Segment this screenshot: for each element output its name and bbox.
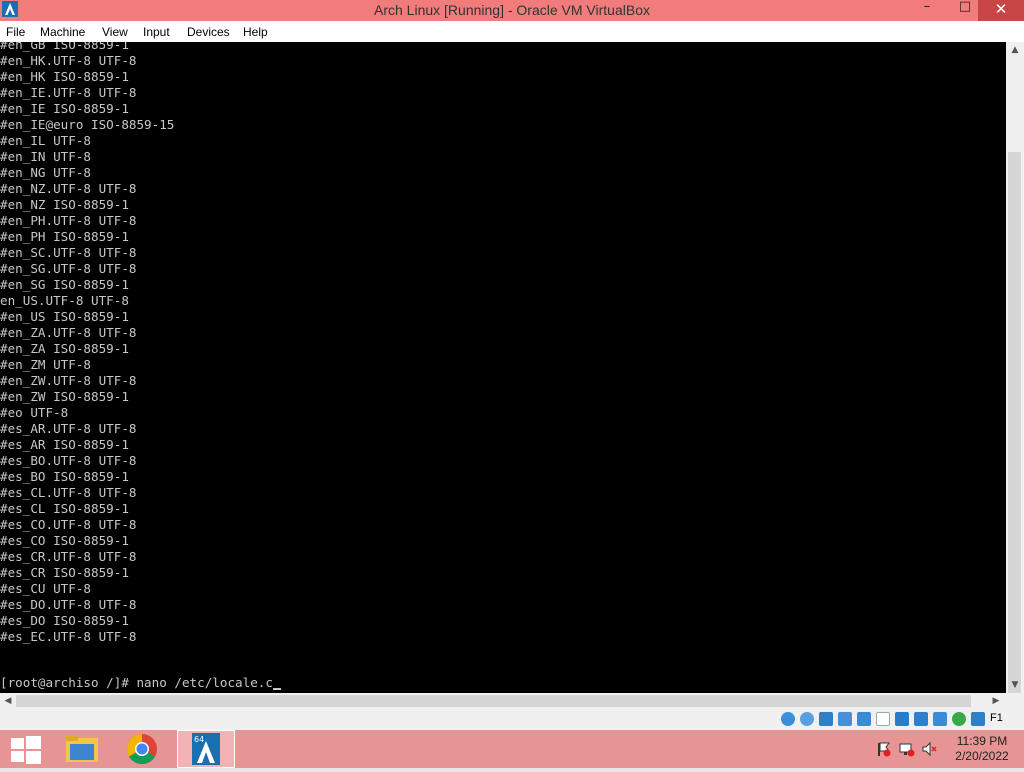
menu-devices[interactable]: Devices	[187, 25, 230, 39]
console-line: #en_NZ ISO-8859-1	[0, 197, 129, 212]
console-line: #en_ZA ISO-8859-1	[0, 341, 129, 356]
console-line: #en_IL UTF-8	[0, 133, 91, 148]
console-line: #eo UTF-8	[0, 405, 69, 420]
console-line: #en_GB ISO-8859-1	[0, 42, 129, 52]
optical-drive-icon[interactable]	[800, 712, 814, 726]
console-line: #en_ZM UTF-8	[0, 357, 91, 372]
console-line: #en_HK.UTF-8 UTF-8	[0, 53, 137, 68]
host-key-label: F1	[990, 712, 1003, 724]
console-line: #es_DO.UTF-8 UTF-8	[0, 597, 137, 612]
network-icon[interactable]	[838, 712, 852, 726]
console-line: #es_BO ISO-8859-1	[0, 469, 129, 484]
chrome-button[interactable]	[116, 730, 168, 768]
mouse-integration-icon[interactable]	[952, 712, 966, 726]
maximize-button[interactable]: □	[948, 0, 982, 21]
console-line: #en_ZW.UTF-8 UTF-8	[0, 373, 137, 388]
scroll-right-arrow-icon[interactable]: ▶	[988, 693, 1004, 709]
console-line: #en_IN UTF-8	[0, 149, 91, 164]
menu-input[interactable]: Input	[143, 25, 170, 39]
vertical-scroll-thumb[interactable]	[1008, 152, 1021, 710]
scroll-left-arrow-icon[interactable]: ◀	[0, 693, 16, 709]
console-line: #es_AR ISO-8859-1	[0, 437, 129, 452]
window-title: Arch Linux [Running] - Oracle VM Virtual…	[374, 2, 650, 18]
console-line: #es_CL ISO-8859-1	[0, 501, 129, 516]
network-status-icon[interactable]	[899, 741, 915, 757]
console-line: #es_CO ISO-8859-1	[0, 533, 129, 548]
console-line: #en_HK ISO-8859-1	[0, 69, 129, 84]
console-line: #es_CU UTF-8	[0, 581, 91, 596]
console-line: #es_CL.UTF-8 UTF-8	[0, 485, 137, 500]
usb-icon[interactable]	[857, 712, 871, 726]
console-line: #es_EC.UTF-8 UTF-8	[0, 629, 137, 644]
console-line: #en_NZ.UTF-8 UTF-8	[0, 181, 137, 196]
console-line: #en_SG.UTF-8 UTF-8	[0, 261, 137, 276]
action-center-flag-icon[interactable]	[875, 741, 891, 757]
console-line: #en_PH ISO-8859-1	[0, 229, 129, 244]
vertical-scrollbar[interactable]: ▲ ▼	[1006, 42, 1024, 710]
menu-bar: File Machine View Input Devices Help	[0, 21, 1024, 43]
console-line: #es_DO ISO-8859-1	[0, 613, 129, 628]
hard-disk-icon[interactable]	[781, 712, 795, 726]
start-button[interactable]	[0, 730, 52, 768]
video-capture-icon[interactable]	[914, 712, 928, 726]
windows-logo-icon	[11, 736, 41, 764]
console-line: #en_IE.UTF-8 UTF-8	[0, 85, 137, 100]
console-line: en_US.UTF-8 UTF-8	[0, 293, 129, 308]
chrome-icon	[126, 734, 157, 765]
vm-console-screen[interactable]: #en_GB ISO-8859-1 #en_HK.UTF-8 UTF-8 #en_H…	[0, 42, 1006, 693]
clock-time: 11:39 PM	[956, 734, 1008, 748]
console-line: #es_BO.UTF-8 UTF-8	[0, 453, 137, 468]
console-line: #en_ZA.UTF-8 UTF-8	[0, 325, 137, 340]
console-line: #en_IE@euro ISO-8859-15	[0, 117, 175, 132]
console-line: #en_NG UTF-8	[0, 165, 91, 180]
minimize-button[interactable]: –	[910, 0, 944, 21]
volume-muted-icon[interactable]	[921, 741, 937, 757]
console-line: #en_US ISO-8859-1	[0, 309, 129, 324]
arch-linux-vm-icon: 64	[192, 733, 220, 765]
menu-machine[interactable]: Machine	[40, 25, 85, 39]
audio-icon[interactable]	[819, 712, 833, 726]
display-icon[interactable]	[895, 712, 909, 726]
scrollbar-corner	[1006, 693, 1024, 709]
vm-status-bar: F1	[0, 709, 1024, 730]
console-line: #es_CR.UTF-8 UTF-8	[0, 549, 137, 564]
cpu-icon[interactable]	[933, 712, 947, 726]
file-explorer-button[interactable]	[56, 730, 108, 768]
horizontal-scrollbar[interactable]: ◀ ▶	[0, 693, 1006, 709]
text-cursor	[272, 688, 281, 690]
console-line: #es_CO.UTF-8 UTF-8	[0, 517, 137, 532]
shared-folders-icon[interactable]	[876, 712, 890, 726]
shell-prompt-line: [root@archiso /]# nano /etc/locale.c	[0, 675, 281, 691]
scroll-down-arrow-icon[interactable]: ▼	[1006, 677, 1024, 693]
console-line: #en_SG ISO-8859-1	[0, 277, 129, 292]
close-button[interactable]: ✕	[978, 0, 1024, 21]
svg-text:64: 64	[194, 735, 204, 744]
windows-taskbar: 64 11:39 PM 2/20/2022	[0, 730, 1024, 768]
console-line: #en_ZW ISO-8859-1	[0, 389, 129, 404]
clock-date: 2/20/2022	[955, 749, 1009, 763]
shell-prompt: [root@archiso /]# nano /etc/locale.c	[0, 675, 273, 690]
virtualbox-taskbar-button[interactable]: 64	[177, 730, 235, 768]
console-line: #en_IE ISO-8859-1	[0, 101, 129, 116]
menu-help[interactable]: Help	[243, 25, 268, 39]
console-line: #en_SC.UTF-8 UTF-8	[0, 245, 137, 260]
console-line: #es_CR ISO-8859-1	[0, 565, 129, 580]
console-line: #en_PH.UTF-8 UTF-8	[0, 213, 137, 228]
menu-view[interactable]: View	[102, 25, 128, 39]
window-titlebar[interactable]: Arch Linux [Running] - Oracle VM Virtual…	[0, 0, 1024, 21]
taskbar-clock[interactable]: 11:39 PM 2/20/2022	[940, 734, 1024, 764]
folder-icon	[66, 736, 98, 762]
horizontal-scroll-thumb[interactable]	[16, 695, 971, 707]
keyboard-icon[interactable]	[971, 712, 985, 726]
scroll-up-arrow-icon[interactable]: ▲	[1006, 42, 1024, 58]
console-output: #en_GB ISO-8859-1 #en_HK.UTF-8 UTF-8 #en_H…	[0, 42, 174, 645]
console-line: #es_AR.UTF-8 UTF-8	[0, 421, 137, 436]
menu-file[interactable]: File	[6, 25, 25, 39]
